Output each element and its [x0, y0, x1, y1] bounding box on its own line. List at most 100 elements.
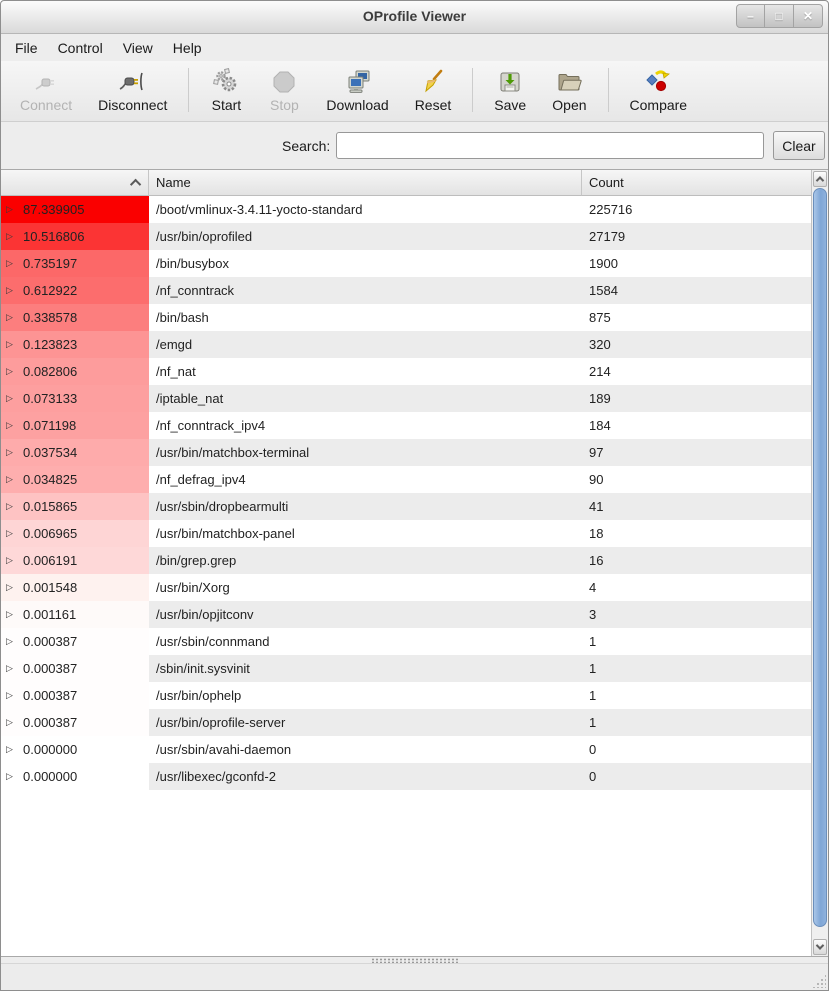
count-cell: 3 — [582, 601, 811, 628]
count-column-header[interactable]: Count — [582, 170, 811, 196]
table-row[interactable]: ▷0.001548/usr/bin/Xorg4 — [1, 574, 811, 601]
expander-icon[interactable]: ▷ — [6, 312, 18, 323]
menu-view[interactable]: View — [113, 36, 163, 60]
table-row[interactable]: ▷0.000000/usr/sbin/avahi-daemon0 — [1, 736, 811, 763]
scrollbar-thumb[interactable] — [813, 188, 827, 927]
table-row[interactable]: ▷0.338578/bin/bash875 — [1, 304, 811, 331]
percent-cell: ▷ 0.338578 — [1, 304, 149, 331]
percent-value: 0.338578 — [23, 310, 77, 325]
table-row[interactable]: ▷0.000387/usr/bin/ophelp1 — [1, 682, 811, 709]
percent-value: 0.034825 — [23, 472, 77, 487]
expander-icon[interactable]: ▷ — [6, 717, 18, 728]
name-cell: /sbin/init.sysvinit — [149, 655, 582, 682]
percent-value: 0.612922 — [23, 283, 77, 298]
minimize-icon: – — [747, 9, 754, 23]
chevron-down-icon — [816, 941, 824, 949]
table-row[interactable]: ▷0.082806/nf_nat214 — [1, 358, 811, 385]
count-cell: 225716 — [582, 196, 811, 223]
table-row[interactable]: ▷0.000000/usr/libexec/gconfd-20 — [1, 763, 811, 790]
maximize-icon: □ — [775, 9, 782, 23]
percent-cell: ▷0.735197 — [1, 250, 149, 277]
percent-value: 0.000387 — [23, 715, 77, 730]
table-row[interactable]: ▷0.015865/usr/sbin/dropbearmulti41 — [1, 493, 811, 520]
count-cell: 16 — [582, 547, 811, 574]
expander-icon[interactable]: ▷ — [6, 474, 18, 485]
table-row[interactable]: ▷0.006191/bin/grep.grep16 — [1, 547, 811, 574]
expander-icon[interactable]: ▷ — [6, 258, 18, 269]
table-row[interactable]: ▷0.034825/nf_defrag_ipv490 — [1, 466, 811, 493]
table-row[interactable]: ▷0.000387/sbin/init.sysvinit1 — [1, 655, 811, 682]
reset-button[interactable]: Reset — [402, 64, 465, 116]
expander-icon[interactable]: ▷ — [6, 447, 18, 458]
count-cell: 1584 — [582, 277, 811, 304]
expander-icon[interactable]: ▷ — [6, 339, 18, 350]
expander-icon[interactable]: ▷ — [6, 582, 18, 593]
expander-icon[interactable]: ▷ — [6, 501, 18, 512]
expander-icon[interactable]: ▷ — [6, 744, 18, 755]
table-row[interactable]: ▷0.612922/nf_conntrack1584 — [1, 277, 811, 304]
name-column-header[interactable]: Name — [149, 170, 582, 196]
table-row[interactable]: ▷0.735197/bin/busybox1900 — [1, 250, 811, 277]
scroll-up-button[interactable] — [813, 171, 827, 187]
expander-icon[interactable]: ▷ — [6, 366, 18, 377]
expander-icon[interactable]: ▷ — [6, 663, 18, 674]
expander-icon[interactable]: ▷ — [6, 393, 18, 404]
table-row[interactable]: ▷0.001161/usr/bin/opjitconv3 — [1, 601, 811, 628]
start-button[interactable]: Start — [197, 64, 255, 116]
menu-file[interactable]: File — [5, 36, 48, 60]
name-cell: /emgd — [149, 331, 582, 358]
table-row[interactable]: ▷0.000387/usr/sbin/connmand1 — [1, 628, 811, 655]
count-cell: 27179 — [582, 223, 811, 250]
count-cell: 0 — [582, 763, 811, 790]
resize-grip[interactable] — [812, 974, 826, 988]
table-row[interactable]: ▷87.339905/boot/vmlinux-3.4.11-yocto-sta… — [1, 196, 811, 223]
table-row[interactable]: ▷0.006965/usr/bin/matchbox-panel18 — [1, 520, 811, 547]
save-button[interactable]: Save — [481, 64, 539, 116]
stop-button: Stop — [255, 64, 313, 116]
count-cell: 0 — [582, 736, 811, 763]
percent-value: 0.082806 — [23, 364, 77, 379]
close-button[interactable]: ✕ — [794, 4, 823, 28]
expander-icon[interactable]: ▷ — [6, 609, 18, 620]
maximize-button[interactable]: □ — [765, 4, 794, 28]
name-cell: /usr/bin/matchbox-panel — [149, 520, 582, 547]
scroll-down-button[interactable] — [813, 939, 827, 955]
open-button[interactable]: Open — [539, 64, 599, 116]
table-row[interactable]: ▷0.037534/usr/bin/matchbox-terminal97 — [1, 439, 811, 466]
scrollbar-track[interactable] — [813, 188, 827, 938]
vertical-scrollbar[interactable] — [811, 170, 828, 956]
clear-button[interactable]: Clear — [773, 131, 824, 160]
expander-icon[interactable]: ▷ — [6, 555, 18, 566]
percent-cell: ▷0.006191 — [1, 547, 149, 574]
expander-icon[interactable]: ▷ — [6, 690, 18, 701]
table-row[interactable]: ▷0.123823/emgd320 — [1, 331, 811, 358]
table-row[interactable]: ▷10.516806/usr/bin/oprofiled27179 — [1, 223, 811, 250]
expander-icon[interactable]: ▷ — [6, 231, 18, 242]
compare-icon — [644, 68, 672, 95]
expander-icon[interactable]: ▷ — [6, 636, 18, 647]
minimize-button[interactable]: – — [736, 4, 765, 28]
percent-column-header[interactable] — [1, 170, 149, 196]
stop-label: Stop — [270, 97, 299, 113]
table-row[interactable]: ▷0.071198/nf_conntrack_ipv4184 — [1, 412, 811, 439]
expander-icon[interactable]: ▷ — [6, 285, 18, 296]
splitter-handle-icon[interactable] — [371, 958, 459, 963]
table-row[interactable]: ▷0.073133/iptable_nat189 — [1, 385, 811, 412]
expander-icon[interactable]: ▷ — [6, 771, 18, 782]
count-cell: 1 — [582, 655, 811, 682]
expander-icon[interactable]: ▷ — [6, 420, 18, 431]
menu-control[interactable]: Control — [48, 36, 113, 60]
count-cell: 4 — [582, 574, 811, 601]
expander-icon[interactable]: ▷ — [6, 528, 18, 539]
status-bar — [1, 963, 828, 990]
count-cell: 189 — [582, 385, 811, 412]
table-row[interactable]: ▷0.000387/usr/bin/oprofile-server1 — [1, 709, 811, 736]
menu-help[interactable]: Help — [163, 36, 212, 60]
disconnect-button[interactable]: Disconnect — [85, 64, 180, 116]
percent-cell: ▷0.006965 — [1, 520, 149, 547]
expander-icon[interactable]: ▷ — [6, 204, 18, 215]
compare-button[interactable]: Compare — [617, 64, 701, 116]
download-button[interactable]: Download — [313, 64, 401, 116]
search-input[interactable] — [336, 132, 764, 159]
percent-value: 0.000000 — [23, 769, 77, 784]
